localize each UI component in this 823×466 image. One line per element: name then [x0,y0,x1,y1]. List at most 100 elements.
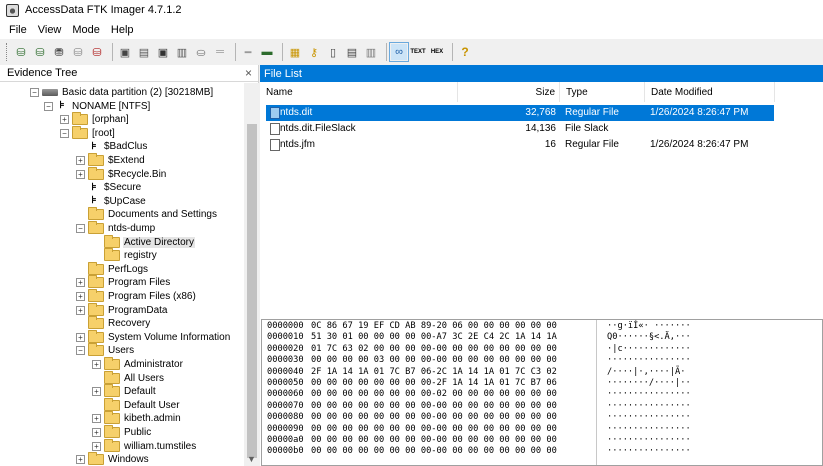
tree-node[interactable]: Default User [92,397,181,412]
tree-node[interactable]: + Windows [76,452,150,466]
expand-icon[interactable]: + [92,441,101,451]
add-all-evidence-icon[interactable]: ⛁ [32,44,48,60]
menu-view[interactable]: View [38,24,62,36]
file-row[interactable]: ntds.dit 32,768 Regular File 1/26/2024 8:26… [266,105,774,121]
decrypt-icon[interactable]: ═ [212,44,228,60]
tree-scrollbar[interactable]: ▼ [244,83,259,466]
collapse-icon[interactable]: − [60,128,69,138]
menu-mode[interactable]: Mode [72,24,100,36]
expand-icon[interactable]: + [76,305,85,315]
tree-node[interactable]: Documents and Settings [76,207,218,221]
capture-memory-icon[interactable]: ▬ [259,44,275,60]
ftk-imager-window: AccessData FTK Imager 4.7.1.2 File View … [0,0,823,466]
menu-file[interactable]: File [9,24,27,36]
tree-node[interactable]: − ntds-dump [76,221,156,235]
folder-icon [104,357,120,370]
detect-encryption-icon[interactable]: ⚷ [306,44,322,60]
collapse-icon[interactable]: − [44,101,53,111]
tree-node[interactable]: All Users [92,370,165,385]
tree-node[interactable]: + [orphan] [60,112,130,126]
tree-node[interactable]: + System Volume Information [76,329,231,344]
create-custom-image-icon[interactable]: ⛀ [193,44,209,60]
tree-node[interactable]: Recovery [76,316,151,330]
tree-node[interactable]: PerfLogs [76,261,149,276]
toolbar-grip[interactable] [6,43,9,61]
verify-drive-icon[interactable]: ━ [240,44,256,60]
expand-icon[interactable]: + [76,455,85,465]
expand-icon[interactable]: + [76,292,85,301]
tree-node-label: $Recycle.Bin [108,168,167,180]
expand-icon[interactable]: + [92,387,101,397]
menu-help[interactable]: Help [111,24,134,36]
hex-ascii: ················ [607,423,691,434]
column-header-type[interactable]: Type [560,82,645,102]
remove-evidence-icon[interactable]: ⛁ [70,44,86,60]
tree-node-label: Recovery [108,318,151,330]
tree-node[interactable]: + Public [92,425,152,439]
add-evidence-icon[interactable]: ⛁ [13,44,29,60]
tree-node[interactable]: + Default [92,384,157,398]
collapse-icon[interactable]: − [76,224,85,233]
collapse-icon[interactable]: − [30,88,39,97]
image-mounting-icon[interactable]: ⛃ [51,44,67,60]
text-view-icon[interactable]: TEXT [410,44,426,60]
tree-node[interactable]: + ProgramData [76,302,168,317]
expand-icon[interactable]: + [76,169,85,179]
column-header-name[interactable]: Name [260,82,458,102]
tree-node[interactable]: − ⊧ NONAME [NTFS] [44,100,151,113]
tree-node[interactable]: registry [92,248,158,262]
expand-icon[interactable]: + [92,428,101,437]
tree-node-label: registry [124,250,157,262]
tree-node-label: Users [108,345,135,357]
tree-node[interactable]: + $Extend [76,153,146,167]
expand-icon[interactable]: + [60,115,69,125]
remove-all-evidence-icon[interactable]: ⛁ [89,44,105,60]
auto-view-icon[interactable]: ∞ [389,42,409,62]
hex-viewer[interactable]: 0000000 0C 86 67 19 EF CD AB 89-20 06 00 … [261,319,823,466]
help-icon[interactable]: ? [457,44,473,60]
scroll-down-arrow-icon[interactable]: ▼ [244,454,259,464]
tree-node[interactable]: + kibeth.admin [92,411,182,425]
tree-node[interactable]: − Basic data partition (2) [30218MB] [30,86,214,99]
column-header-date-modified[interactable]: Date Modified [645,82,775,102]
expand-icon[interactable]: + [92,360,101,369]
export-directory-listing-icon[interactable]: ▥ [363,44,379,60]
hex-view-icon[interactable]: HEX [429,44,445,60]
tree-node[interactable]: ⊧ $UpCase [76,195,147,208]
hex-bytes: 00 00 00 00 03 00 00 00-00 00 00 00 00 0… [311,355,557,366]
file-icon [270,123,280,135]
tree-node[interactable]: + Administrator [92,357,184,371]
tree-node[interactable]: − Users [76,343,135,357]
tree-node[interactable]: + Program Files [76,275,171,289]
file-row[interactable]: ntds.dit.FileSlack 14,136 File Slack [266,121,774,137]
hex-line: 0000090 00 00 00 00 00 00 00 00-00 00 00 … [267,424,819,435]
export-files-icon[interactable]: ▯ [325,44,341,60]
system-file-icon: ⊧ [91,195,97,207]
expand-icon[interactable]: + [76,156,85,165]
export-logical-image-icon[interactable]: ▣ [155,44,171,60]
obtain-protected-files-icon[interactable]: ▦ [287,44,303,60]
tree-scrollbar-thumb[interactable] [247,124,257,458]
create-disk-image-icon[interactable]: ▣ [117,44,133,60]
hex-line: 00000a0 00 00 00 00 00 00 00 00-00 00 00 … [267,435,819,446]
add-to-custom-image-icon[interactable]: ▥ [174,44,190,60]
expand-icon[interactable]: + [76,332,85,342]
tree-node[interactable]: ⊧ $BadClus [76,140,148,153]
expand-icon[interactable]: + [92,414,101,424]
expand-icon[interactable]: + [76,278,85,288]
file-row[interactable]: ntds.jfm 16 Regular File 1/26/2024 8:26:47 … [266,137,774,153]
tree-node[interactable]: + Program Files (x86) [76,289,197,303]
export-disk-image-icon[interactable]: ▤ [136,44,152,60]
tree-node[interactable]: ⊧ $Secure [76,181,142,194]
close-icon[interactable]: × [245,66,252,80]
column-header-size[interactable]: Size [458,82,560,102]
toolbar-separator [235,43,236,61]
tree-node[interactable]: + $Recycle.Bin [76,166,167,181]
collapse-icon[interactable]: − [76,346,85,356]
hex-ascii: ················ [607,389,691,400]
tree-node[interactable]: Active Directory [92,234,196,249]
tree-node[interactable]: − [root] [60,125,116,140]
tree-node[interactable]: + william.tumstiles [92,438,197,453]
export-hash-list-icon[interactable]: ▤ [344,44,360,60]
file-list-header: File List [260,65,823,82]
